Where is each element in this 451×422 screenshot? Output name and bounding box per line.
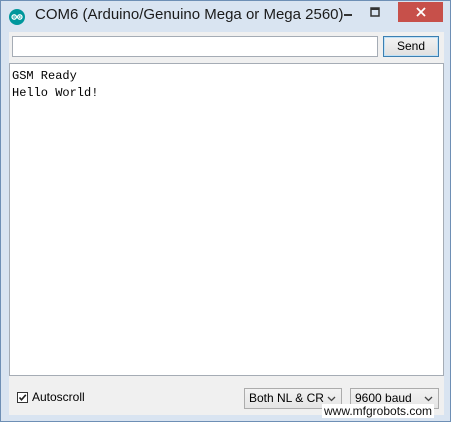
maximize-button[interactable] [362,2,388,21]
output-line: Hello World! [12,86,99,100]
line-ending-value: Both NL & CR [249,391,324,405]
minimize-button[interactable] [335,2,361,21]
close-icon [415,7,426,17]
close-button[interactable] [398,2,443,22]
autoscroll-toggle[interactable]: Autoscroll [17,390,85,404]
chevron-down-icon [327,396,336,402]
title-bar[interactable]: COM6 (Arduino/Genuino Mega or Mega 2560) [1,1,450,33]
output-line: GSM Ready [12,69,77,83]
chevron-down-icon [424,396,433,402]
autoscroll-checkbox[interactable] [17,391,28,403]
serial-input[interactable] [12,36,378,57]
send-button[interactable]: Send [383,36,439,57]
watermark: www.mfgrobots.com [322,404,435,418]
minimize-icon [344,13,352,16]
checkmark-icon [18,393,27,401]
serial-output[interactable]: GSM Ready Hello World! [9,63,444,376]
maximize-icon [370,6,380,17]
serial-monitor-body: Send GSM Ready Hello World! Autoscroll B… [9,32,444,415]
arduino-logo-icon [9,9,25,25]
baud-rate-value: 9600 baud [355,391,412,405]
autoscroll-label: Autoscroll [32,390,85,404]
serial-monitor-window: COM6 (Arduino/Genuino Mega or Mega 2560)… [0,0,451,422]
window-title: COM6 (Arduino/Genuino Mega or Mega 2560) [35,6,344,23]
